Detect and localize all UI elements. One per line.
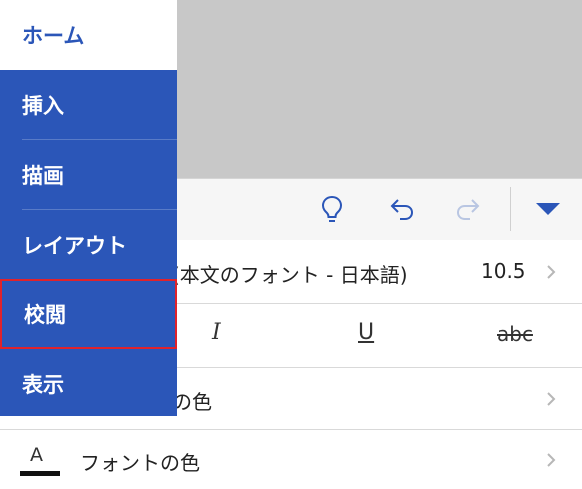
toolbar-separator	[510, 187, 511, 231]
font-name: (本文のフォント - 日本語)	[172, 263, 408, 287]
ribbon-tab-menu: ホーム 挿入 描画 レイアウト 校閲 表示	[0, 0, 177, 416]
menu-item-review[interactable]: 校閲	[0, 279, 177, 349]
menu-item-label: 描画	[22, 164, 64, 188]
menu-item-label: 表示	[22, 373, 64, 397]
lightbulb-icon[interactable]	[316, 193, 348, 225]
font-color-glyph: A	[30, 444, 43, 466]
menu-item-draw[interactable]: 描画	[0, 140, 177, 210]
menu-item-label: 校閲	[24, 303, 66, 327]
redo-icon[interactable]	[452, 193, 484, 225]
menu-item-label: レイアウト	[22, 234, 127, 258]
font-color-swatch	[20, 471, 60, 476]
chevron-right-icon	[547, 265, 556, 279]
underline-button[interactable]: U	[358, 320, 374, 345]
menu-item-insert[interactable]: 挿入	[0, 70, 177, 140]
menu-item-label: 挿入	[22, 94, 64, 118]
menu-item-layout[interactable]: レイアウト	[0, 210, 177, 280]
menu-item-label: ホーム	[22, 24, 85, 48]
highlight-color-label: の色	[172, 390, 212, 414]
font-color-row[interactable]: A フォントの色	[0, 430, 582, 489]
font-color-icon: A	[20, 444, 60, 478]
font-size: 10.5	[481, 259, 526, 283]
font-color-label: フォントの色	[80, 451, 200, 475]
dropdown-triangle-icon[interactable]	[532, 193, 564, 225]
italic-button[interactable]: I	[212, 320, 221, 345]
undo-icon[interactable]	[386, 193, 418, 225]
chevron-right-icon	[547, 392, 556, 406]
strikethrough-button[interactable]: abc	[497, 322, 533, 346]
menu-item-home[interactable]: ホーム	[0, 0, 177, 70]
chevron-right-icon	[547, 453, 556, 467]
menu-item-view[interactable]: 表示	[0, 349, 177, 419]
